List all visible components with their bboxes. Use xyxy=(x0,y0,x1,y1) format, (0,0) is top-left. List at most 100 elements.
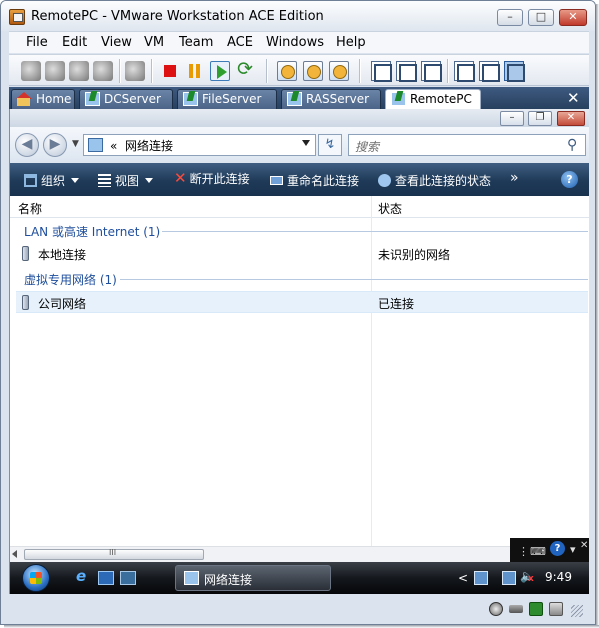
explorer-close-button[interactable]: ✕ xyxy=(557,111,585,126)
chevron-down-icon xyxy=(145,178,154,183)
close-icon[interactable]: ✕ xyxy=(580,540,588,551)
group-header-lan[interactable]: LAN 或高速 Internet (1) xyxy=(24,223,160,240)
team-network-icon[interactable] xyxy=(93,61,113,81)
column-name-header[interactable]: 名称 xyxy=(18,200,42,217)
start-button[interactable] xyxy=(22,564,50,592)
menu-file[interactable]: File xyxy=(26,35,48,50)
rename-icon xyxy=(270,176,283,185)
team-power-icon[interactable] xyxy=(21,61,41,81)
address-box[interactable]: « 网络连接 xyxy=(83,134,316,156)
maximize-button[interactable]: □ xyxy=(528,9,554,26)
connection-name: 公司网络 xyxy=(38,297,87,311)
network-adapter-icon[interactable] xyxy=(529,602,543,616)
menu-vm[interactable]: VM xyxy=(144,35,164,50)
address-path[interactable]: « 网络连接 xyxy=(110,137,173,154)
view-status-button[interactable]: 查看此连接的状态 xyxy=(378,172,491,189)
vpn-tray-icon[interactable] xyxy=(474,571,488,585)
tab-home[interactable]: Home xyxy=(11,89,75,109)
keyboard-icon[interactable]: ⌨ xyxy=(530,545,546,558)
vmware-window: RemotePC - VMware Workstation ACE Editio… xyxy=(0,0,596,625)
console-view-icon[interactable] xyxy=(504,61,525,82)
switch-windows-icon[interactable] xyxy=(120,571,136,585)
group-header-vpn[interactable]: 虚拟专用网络 (1) xyxy=(24,271,117,288)
breadcrumb-network-connections[interactable]: 网络连接 xyxy=(125,139,173,153)
horizontal-scrollbar[interactable]: III xyxy=(10,546,510,562)
vm-icon xyxy=(391,92,406,106)
rename-button[interactable]: 重命名此连接 xyxy=(270,172,359,189)
team-suspend-icon[interactable] xyxy=(45,61,65,81)
full-screen-icon[interactable] xyxy=(396,61,417,82)
power-off-icon[interactable] xyxy=(160,61,180,81)
view-button[interactable]: 视图 xyxy=(98,172,154,189)
scrollbar-thumb[interactable]: III xyxy=(24,548,204,560)
guest-screen[interactable]: – ❐ ✕ ◀ ▶ ▼ « 网络连接 ↯ 搜索 ⚲ 组织 视图 ✕ 断开此连接 重… xyxy=(9,109,589,594)
close-button[interactable]: ✕ xyxy=(559,9,587,26)
chevron-down-icon[interactable] xyxy=(302,140,310,146)
toolbar-separator xyxy=(119,59,121,83)
internet-explorer-icon[interactable]: e xyxy=(76,567,92,585)
scroll-left-icon[interactable] xyxy=(12,550,17,558)
menu-windows[interactable]: Windows xyxy=(266,35,324,50)
appliance-view-icon[interactable] xyxy=(479,61,500,82)
show-hidden-icons-button[interactable]: < xyxy=(458,571,468,585)
ace-toolbar: ⋮ ⌨ ? ▾ ✕ xyxy=(510,538,589,562)
revert-snapshot-icon[interactable] xyxy=(303,61,323,81)
organize-button[interactable]: 组织 xyxy=(24,172,80,189)
more-commands-button[interactable]: » xyxy=(510,170,519,186)
list-item[interactable]: 公司网络 已连接 xyxy=(16,291,588,313)
refresh-button[interactable]: ↯ xyxy=(318,134,342,156)
disconnect-button[interactable]: ✕ 断开此连接 xyxy=(174,169,250,187)
tab-rasserver[interactable]: RASServer xyxy=(281,89,381,109)
explorer-caption-bar[interactable]: – ❐ ✕ xyxy=(10,109,589,127)
column-status-header[interactable]: 状态 xyxy=(378,200,402,217)
cd-rom-icon[interactable] xyxy=(509,605,523,613)
dropdown-icon[interactable]: ▾ xyxy=(570,543,576,556)
vm-tab-bar: Home DCServer FileServer RASServer Remot… xyxy=(9,87,589,109)
explorer-restore-button[interactable]: ❐ xyxy=(528,111,552,126)
view-icon xyxy=(98,174,111,187)
team-settings-icon[interactable] xyxy=(69,61,89,81)
menu-ace[interactable]: ACE xyxy=(227,35,253,50)
menu-help[interactable]: Help xyxy=(336,35,366,50)
network-tray-icon[interactable] xyxy=(502,571,516,585)
vm-icon xyxy=(287,92,302,106)
minimize-button[interactable]: – xyxy=(497,9,523,26)
menu-edit[interactable]: Edit xyxy=(62,35,87,50)
title-bar[interactable]: RemotePC - VMware Workstation ACE Editio… xyxy=(1,1,595,31)
quick-switch-icon[interactable] xyxy=(421,61,442,82)
search-icon[interactable]: ⚲ xyxy=(567,137,577,153)
snapshot-icon[interactable] xyxy=(277,61,297,81)
tab-dcserver[interactable]: DCServer xyxy=(79,89,173,109)
menu-view[interactable]: View xyxy=(101,35,132,50)
sidebar-toggle-icon[interactable] xyxy=(371,61,392,82)
help-icon[interactable]: ? xyxy=(550,541,565,556)
taskbar-button-network-connections[interactable]: 网络连接 xyxy=(175,565,331,591)
breadcrumb-overflow[interactable]: « xyxy=(110,139,117,153)
close-tab-icon[interactable]: ✕ xyxy=(567,89,580,107)
tab-fileserver[interactable]: FileServer xyxy=(177,89,277,109)
muted-icon: x xyxy=(528,574,534,584)
usb-device-icon[interactable] xyxy=(549,602,563,616)
back-button[interactable]: ◀ xyxy=(15,133,39,157)
list-item[interactable]: 本地连接 未识别的网络 xyxy=(16,243,588,265)
search-placeholder: 搜索 xyxy=(355,140,380,154)
vm-settings-icon[interactable] xyxy=(125,61,145,81)
clock[interactable]: 9:49 xyxy=(545,570,572,584)
reset-icon[interactable] xyxy=(236,58,256,81)
suspend-icon[interactable] xyxy=(185,61,205,81)
menu-bar: File Edit View VM Team ACE Windows Help xyxy=(9,31,589,53)
recent-pages-dropdown[interactable]: ▼ xyxy=(72,139,79,149)
search-input[interactable]: 搜索 ⚲ xyxy=(348,134,586,156)
snapshot-manager-icon[interactable] xyxy=(329,61,349,81)
forward-button[interactable]: ▶ xyxy=(43,133,67,157)
menu-team[interactable]: Team xyxy=(179,35,213,50)
help-icon[interactable]: ? xyxy=(561,171,578,188)
tab-remotepc[interactable]: RemotePC xyxy=(385,89,481,109)
explorer-minimize-button[interactable]: – xyxy=(500,111,524,126)
show-desktop-icon[interactable] xyxy=(98,571,114,585)
vm-icon xyxy=(85,92,100,106)
resize-grip[interactable] xyxy=(571,605,583,617)
power-on-icon[interactable] xyxy=(210,61,230,81)
hard-disk-icon[interactable] xyxy=(489,602,503,616)
summary-view-icon[interactable] xyxy=(454,61,475,82)
